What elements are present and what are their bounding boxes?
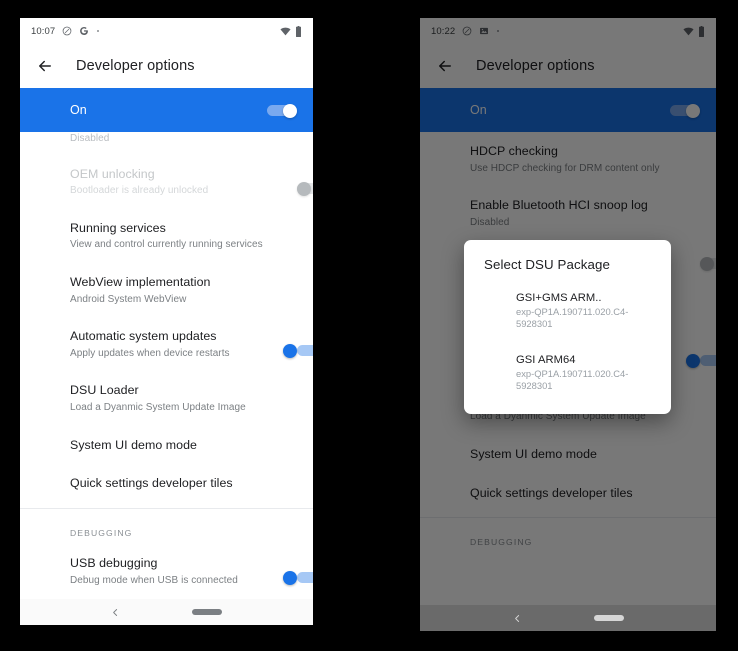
list-item-title: System UI demo mode [470,446,597,461]
status-bar-left-icons: 10:07 [31,26,100,37]
list-item-subtitle: Disabled [470,216,510,228]
section-divider [20,508,313,510]
back-arrow-icon[interactable] [436,57,454,75]
google-icon [79,26,89,36]
list-item-title: System UI demo mode [70,437,197,452]
master-toggle-switch[interactable] [267,103,297,118]
list-item-subtitle: View and control currently running servi… [70,239,263,251]
list-item-usb-debugging[interactable]: USB debugging Debug mode when USB is con… [20,544,313,598]
list-item-subtitle: Bootloader is already unlocked [70,185,209,197]
clipped-row-disabled: Disabled [20,132,313,155]
battery-icon [295,25,302,37]
list-item-oem-unlocking[interactable]: OEM unlocking Bootloader is already unlo… [20,155,313,209]
list-item-title: USB debugging [70,556,158,571]
list-item-title: HDCP checking [470,144,558,158]
battery-icon [698,25,705,37]
page-title: Developer options [476,58,595,74]
dialog-option-spacer [464,336,671,348]
list-item-title: Quick settings developer tiles [70,476,233,491]
list-item-quick-settings-developer-tiles[interactable]: Quick settings developer tiles [420,474,716,513]
section-header-debugging: DEBUGGING [470,537,533,548]
dialog-option-subtitle: exp-QP1A.190711.020.C4-5928301 [516,368,629,392]
screenshot-stage: 10:07 Developer options On Disabled OEM … [0,0,738,651]
clipped-row-subtitle: Disabled [70,133,110,144]
dot-icon [96,29,100,33]
status-bar-left-icons: 10:22 [431,26,500,37]
developer-options-master-toggle-row[interactable]: On [20,88,313,132]
dialog-option-gsi-arm64[interactable]: GSI ARM64 exp-QP1A.190711.020.C4-5928301 [464,348,671,398]
list-item-title: Quick settings developer tiles [470,485,633,500]
do-not-disturb-icon [462,26,472,36]
status-bar-right: 10:22 [420,18,716,44]
list-item-system-ui-demo-mode[interactable]: System UI demo mode [20,426,313,465]
list-item-system-ui-demo-mode[interactable]: System UI demo mode [420,435,716,474]
do-not-disturb-icon [62,26,72,36]
list-item-quick-settings-developer-tiles[interactable]: Quick settings developer tiles [20,464,313,503]
section-divider [420,517,716,519]
phone-right: 10:22 Developer options On HDCP checking… [420,18,716,631]
list-item-title: Enable Bluetooth HCI snoop log [470,198,648,213]
list-item-title: WebView implementation [70,274,211,289]
screen-left: 10:07 Developer options On Disabled OEM … [20,18,313,625]
dialog-option-subtitle: exp-QP1A.190711.020.C4-5928301 [516,306,629,330]
list-item-running-services[interactable]: Running services View and control curren… [20,209,313,263]
list-item-dsu-loader[interactable]: DSU Loader Load a Dyanmic System Update … [20,371,313,425]
select-dsu-package-dialog: Select DSU Package GSI+GMS ARM.. exp-QP1… [464,240,671,415]
dialog-option-title: GSI+GMS ARM.. [516,292,602,304]
dialog-title: Select DSU Package [484,257,610,272]
list-item-title: Running services [70,220,166,235]
nav-home-pill[interactable] [192,609,222,615]
nav-back-icon[interactable] [513,614,522,623]
status-bar-right-icons [280,25,302,37]
list-item-webview-implementation[interactable]: WebView implementation Android System We… [20,263,313,317]
list-item-subtitle: Debug mode when USB is connected [70,574,238,586]
master-toggle-label: On [470,103,487,117]
app-bar-right: Developer options [420,44,716,88]
developer-options-master-toggle-row[interactable]: On [420,88,716,132]
master-toggle-switch[interactable] [670,103,700,118]
dialog-option-gsi-gms-arm[interactable]: GSI+GMS ARM.. exp-QP1A.190711.020.C4-592… [464,286,671,336]
settings-list-left: Disabled OEM unlocking Bootloader is alr… [20,132,313,625]
page-title: Developer options [76,58,195,74]
dialog-option-title: GSI ARM64 [516,354,576,367]
wifi-icon [280,26,291,37]
nav-home-pill[interactable] [593,615,624,621]
navigation-bar-right [420,605,716,631]
status-bar-right-icons [683,25,705,37]
status-bar-clock: 10:22 [431,25,456,37]
navigation-bar-left [20,599,313,625]
nav-back-icon[interactable] [111,608,120,617]
screen-right: 10:22 Developer options On HDCP checking… [420,18,716,631]
list-item-title: DSU Loader [70,383,139,398]
list-item-automatic-system-updates[interactable]: Automatic system updates Apply updates w… [20,317,313,371]
back-arrow-icon[interactable] [36,57,54,75]
status-bar-left: 10:07 [20,18,313,44]
section-header-debugging: DEBUGGING [70,528,133,539]
list-item-subtitle: Use HDCP checking for DRM content only [470,162,660,174]
list-item-title: OEM unlocking [70,166,155,181]
status-bar-clock: 10:07 [31,25,56,37]
list-item-subtitle: Android System WebView [70,293,187,305]
phone-left: 10:07 Developer options On Disabled OEM … [20,18,313,625]
list-item-enable-bluetooth-hci-snoop-log[interactable]: Enable Bluetooth HCI snoop log Disabled [420,186,716,240]
master-toggle-label: On [70,103,87,117]
list-item-subtitle: Load a Dyanmic System Update Image [70,402,246,414]
list-item-hdcp-checking[interactable]: HDCP checking Use HDCP checking for DRM … [420,132,716,186]
app-bar-left: Developer options [20,44,313,88]
list-item-title: Automatic system updates [70,329,217,344]
list-item-subtitle: Apply updates when device restarts [70,347,230,359]
wifi-icon [683,26,694,37]
image-icon [479,26,489,36]
dot-icon [496,29,500,33]
